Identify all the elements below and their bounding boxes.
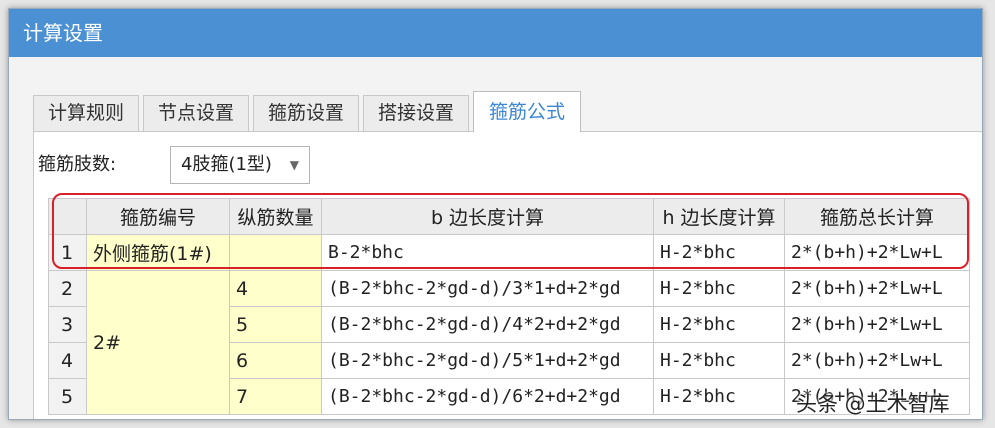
total-formula-cell[interactable]: 2*(b+h)+2*Lw+L: [784, 306, 970, 343]
b-formula-cell[interactable]: (B-2*bhc-2*gd-d)/3*1+d+2*gd: [321, 270, 654, 307]
title-bar: 计算设置: [9, 9, 982, 57]
chevron-down-icon: ▼: [289, 158, 299, 172]
h-formula-cell[interactable]: H-2*bhc: [653, 378, 785, 415]
stirrup-code-cell[interactable]: 外侧箍筋(1#): [86, 234, 230, 271]
tab-stirrup-settings[interactable]: 箍筋设置: [253, 95, 359, 131]
bar-count-cell[interactable]: [229, 234, 322, 271]
b-formula-cell[interactable]: (B-2*bhc-2*gd-d)/5*1+d+2*gd: [321, 342, 654, 379]
b-formula-cell[interactable]: (B-2*bhc-2*gd-d)/6*2+d+2*gd: [321, 378, 654, 415]
tab-stirrup-formula[interactable]: 箍筋公式: [473, 91, 581, 132]
total-formula-cell[interactable]: 2*(b+h)+2*Lw+L: [784, 234, 970, 271]
header-row-number: [48, 198, 87, 235]
bar-count-cell[interactable]: 4: [229, 270, 322, 307]
row-number: 2: [48, 270, 87, 307]
b-formula-cell[interactable]: (B-2*bhc-2*gd-d)/4*2+d+2*gd: [321, 306, 654, 343]
h-formula-cell[interactable]: H-2*bhc: [653, 306, 785, 343]
bar-count-cell[interactable]: 5: [229, 306, 322, 343]
bar-count-cell[interactable]: 7: [229, 378, 322, 415]
table-row[interactable]: 2 2# 4 (B-2*bhc-2*gd-d)/3*1+d+2*gd H-2*b…: [48, 270, 970, 415]
b-formula-cell[interactable]: B-2*bhc: [321, 234, 654, 271]
total-formula-cell[interactable]: 2*(b+h)+2*Lw+L: [784, 342, 970, 379]
header-b-length: b 边长度计算: [321, 198, 654, 235]
stirrup-formula-table: 箍筋编号 纵筋数量 b 边长度计算 h 边长度计算 箍筋总长计算 1 外侧箍筋(…: [48, 198, 970, 415]
tab-lap-settings[interactable]: 搭接设置: [363, 95, 469, 131]
total-formula-cell[interactable]: 2*(b+h)+2*Lw+L: [784, 270, 970, 307]
row-number: 3: [48, 306, 87, 343]
table-header-row: 箍筋编号 纵筋数量 b 边长度计算 h 边长度计算 箍筋总长计算: [48, 198, 970, 235]
stirrup-code-cell[interactable]: 2#: [86, 270, 230, 415]
header-stirrup-code: 箍筋编号: [86, 198, 230, 235]
tab-calc-rules[interactable]: 计算规则: [33, 95, 139, 131]
row-number: 5: [48, 378, 87, 415]
h-formula-cell[interactable]: H-2*bhc: [653, 342, 785, 379]
bar-count-cell[interactable]: 6: [229, 342, 322, 379]
limb-count-label: 箍筋肢数:: [38, 154, 117, 175]
limb-count-value: 4肢箍(1型): [181, 154, 272, 175]
tab-node-settings[interactable]: 节点设置: [143, 95, 249, 131]
watermark: 头条 @土木智库: [796, 392, 950, 416]
header-bar-count: 纵筋数量: [229, 198, 322, 235]
h-formula-cell[interactable]: H-2*bhc: [653, 270, 785, 307]
header-h-length: h 边长度计算: [653, 198, 785, 235]
h-formula-cell[interactable]: H-2*bhc: [653, 234, 785, 271]
row-number: 1: [48, 234, 87, 271]
limb-count-select[interactable]: 4肢箍(1型) ▼: [170, 146, 310, 184]
header-total-length: 箍筋总长计算: [784, 198, 970, 235]
window-title: 计算设置: [23, 21, 103, 45]
tab-bar: 计算规则 节点设置 箍筋设置 搭接设置 箍筋公式: [33, 91, 982, 132]
table-row[interactable]: 1 外侧箍筋(1#) B-2*bhc H-2*bhc 2*(b+h)+2*Lw+…: [48, 234, 970, 271]
row-number: 4: [48, 342, 87, 379]
